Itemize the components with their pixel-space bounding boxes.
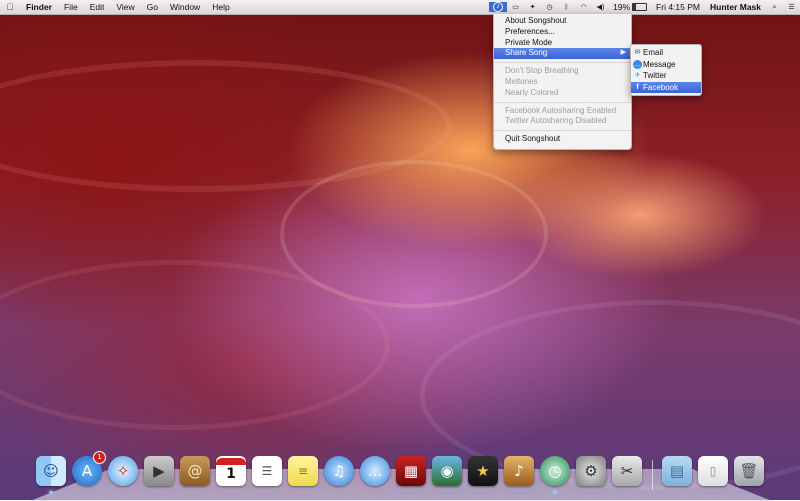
safari-icon[interactable]: ✧ <box>108 456 138 486</box>
dock-separator <box>652 460 653 490</box>
email-icon: ✉ <box>634 49 641 56</box>
battery-percent: 19% <box>613 2 631 12</box>
menu-bar:  Finder File Edit View Go Window Help ♪… <box>0 0 800 15</box>
menu-help[interactable]: Help <box>206 0 235 14</box>
reminders-icon[interactable]: ☰ <box>252 456 282 486</box>
battery-status[interactable]: 19% <box>609 0 651 14</box>
facetime-icon[interactable]: ▶ <box>144 456 174 486</box>
finder-icon[interactable]: ☺ <box>36 456 66 493</box>
trash-icon[interactable]: 🗑 <box>734 456 764 486</box>
submenu-arrow-icon: ▶ <box>620 49 626 57</box>
share-message-label: Message <box>643 59 676 69</box>
airplay-icon[interactable]: ▭ <box>507 3 524 12</box>
share-song-submenu: ✉ Email … Message ✈ Twitter f Facebook <box>630 44 702 96</box>
user-menu[interactable]: Hunter Mask <box>705 2 766 12</box>
dock: ☺ A 1 ✧ ▶ @ 1 ☰ ≡ ♫ … ▦ ◉ ★ ♪ ◷ ⚙ ✂ ▤ ▯ … <box>36 451 776 494</box>
share-email-item[interactable]: ✉ Email <box>631 47 701 59</box>
running-indicator <box>49 491 53 493</box>
calendar-day: 1 <box>226 466 236 482</box>
songshout-icon[interactable]: ♪ <box>489 2 508 12</box>
menu-file[interactable]: File <box>58 0 84 14</box>
running-indicator <box>553 491 557 493</box>
apple-icon[interactable]:  <box>0 2 20 12</box>
menu-view[interactable]: View <box>110 0 140 14</box>
iphoto-icon[interactable]: ◉ <box>432 456 462 486</box>
menu-item-quit[interactable]: Quit Songshout <box>494 134 631 145</box>
menu-go[interactable]: Go <box>141 0 164 14</box>
bluetooth-icon[interactable]: ᛒ <box>558 3 575 12</box>
garageband-icon[interactable]: ♪ <box>504 456 534 486</box>
menu-item-twitter-autosharing: Twitter Autosharing Disabled <box>505 116 607 126</box>
menu-item-about[interactable]: About Songshout <box>494 16 631 27</box>
wallpaper-ridge <box>280 160 548 308</box>
calendar-header <box>216 458 246 465</box>
notes-icon[interactable]: ≡ <box>288 456 318 486</box>
menu-item-preferences[interactable]: Preferences... <box>494 27 631 38</box>
menu-divider <box>494 62 631 64</box>
share-twitter-label: Twitter <box>643 71 667 80</box>
dropbox-icon[interactable]: ✦ <box>524 3 541 12</box>
share-message-item[interactable]: … Message <box>631 59 701 71</box>
recent-song-item: Meltones <box>505 76 538 86</box>
status-area: ♪ ▭ ✦ ◷ ᛒ ◠ ◀) 19% Fri 4:15 PM Hunter Ma… <box>489 0 800 14</box>
preview-icon[interactable]: ✂ <box>612 456 642 486</box>
battery-icon <box>632 3 648 11</box>
menu-window[interactable]: Window <box>164 0 206 14</box>
wifi-icon[interactable]: ◠ <box>575 3 592 12</box>
menu-item-share-song-label: Share Song <box>505 48 548 58</box>
spotlight-icon[interactable]: ⌕ <box>766 3 783 12</box>
app-store-icon[interactable]: A 1 <box>72 451 106 486</box>
share-twitter-item[interactable]: ✈ Twitter <box>631 70 701 82</box>
volume-icon[interactable]: ◀) <box>592 3 609 12</box>
menu-divider <box>494 101 631 103</box>
system-preferences-icon[interactable]: ⚙ <box>576 456 606 486</box>
share-facebook-label: Facebook <box>643 82 679 92</box>
facebook-icon: f <box>636 83 639 91</box>
imovie-icon[interactable]: ★ <box>468 456 498 486</box>
contacts-icon[interactable]: @ <box>180 456 210 486</box>
calendar-icon[interactable]: 1 <box>216 456 246 486</box>
menu-item-private-mode[interactable]: Private Mode <box>494 38 631 49</box>
recent-song-item: Don't Stop Breathing <box>505 66 579 76</box>
clock[interactable]: Fri 4:15 PM <box>651 2 705 12</box>
applications-folder-icon[interactable]: ▤ <box>662 456 692 486</box>
menu-divider <box>494 130 631 132</box>
menu-edit[interactable]: Edit <box>84 0 111 14</box>
share-facebook-item[interactable]: f Facebook <box>631 81 701 93</box>
message-icon: … <box>633 59 642 69</box>
menu-app-name[interactable]: Finder <box>20 0 58 14</box>
songshout-menu: About Songshout Preferences... Private M… <box>493 14 632 150</box>
itunes-icon[interactable]: ♫ <box>324 456 354 486</box>
app-store-badge: 1 <box>93 451 106 464</box>
messages-icon[interactable]: … <box>360 456 390 486</box>
documents-stack-icon[interactable]: ▯ <box>698 456 728 486</box>
menu-item-facebook-autosharing: Facebook Autosharing Enabled <box>505 105 617 115</box>
recent-song-item: Nearly Colored <box>505 87 559 97</box>
time-machine-dock-icon[interactable]: ◷ <box>540 456 570 493</box>
photo-booth-icon[interactable]: ▦ <box>396 456 426 486</box>
share-email-label: Email <box>643 48 664 57</box>
menu-item-share-song[interactable]: Share Song ▶ <box>494 48 631 60</box>
notifications-icon[interactable]: ☰ <box>783 3 800 12</box>
time-machine-icon[interactable]: ◷ <box>541 3 558 12</box>
twitter-icon: ✈ <box>634 72 641 79</box>
